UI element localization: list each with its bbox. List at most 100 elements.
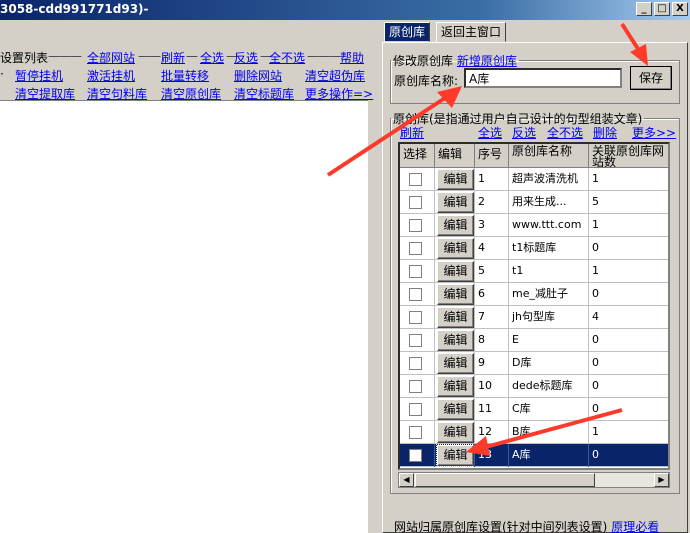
grid-header: 选择 编辑 序号 原创库名称 关联原创库网站数 — [400, 144, 668, 168]
header-site-count[interactable]: 关联原创库网站数 — [589, 144, 668, 168]
edit-row-button[interactable]: 编辑 — [437, 261, 474, 282]
edit-row-button[interactable]: 编辑 — [437, 284, 474, 305]
select-none-link[interactable]: 全不选 — [269, 49, 305, 66]
activate-hosting-link[interactable]: 激活挂机 — [87, 67, 135, 84]
row-checkbox[interactable] — [409, 403, 422, 416]
row-checkbox[interactable] — [409, 449, 422, 462]
table-row[interactable]: 编辑 12 B库 1 — [400, 421, 670, 444]
tab-original-library[interactable]: 原创库 — [384, 22, 431, 42]
delete-sites-link[interactable]: 删除网站 — [234, 67, 282, 84]
separator: ——— — [48, 49, 82, 63]
row-checkbox[interactable] — [409, 173, 422, 186]
library-name-input[interactable] — [464, 68, 622, 88]
table-row[interactable]: 编辑 6 me_减肚子 0 — [400, 283, 668, 306]
scroll-left-icon[interactable]: ◀ — [399, 473, 414, 487]
site-count-cell: 1 — [589, 421, 668, 444]
library-more-link[interactable]: 更多>> — [632, 124, 676, 141]
row-checkbox[interactable] — [409, 219, 422, 232]
edit-row-button[interactable]: 编辑 — [437, 399, 474, 420]
edit-cell: 编辑 — [435, 398, 475, 421]
refresh-link[interactable]: 刷新 — [161, 49, 185, 66]
index-cell: 13 — [475, 444, 509, 467]
row-checkbox[interactable] — [409, 265, 422, 278]
edit-row-button[interactable]: 编辑 — [437, 376, 474, 397]
row-checkbox[interactable] — [409, 288, 422, 301]
header-index[interactable]: 序号 — [475, 144, 509, 168]
edit-row-button[interactable]: 编辑 — [437, 330, 474, 351]
header-library-name[interactable]: 原创库名称 — [509, 144, 589, 168]
header-select[interactable]: 选择 — [400, 144, 435, 168]
horizontal-scrollbar[interactable]: ◀ ▶ — [398, 472, 670, 488]
row-checkbox[interactable] — [409, 311, 422, 324]
select-all-link[interactable]: 全选 — [200, 49, 224, 66]
table-row[interactable]: 编辑 9 D库 0 — [400, 352, 670, 375]
select-cell — [400, 375, 435, 398]
edit-row-button[interactable]: 编辑 — [437, 422, 474, 443]
library-select-none-link[interactable]: 全不选 — [547, 124, 583, 141]
table-row[interactable]: 编辑 5 t1 1 — [400, 260, 668, 283]
edit-cell: 编辑 — [435, 260, 475, 283]
table-row[interactable]: 编辑 1 超声波清洗机 1 — [400, 168, 668, 191]
window-controls: _ □ X — [636, 2, 688, 16]
table-row[interactable]: 编辑 7 jh句型库 4 — [400, 306, 668, 329]
table-row[interactable]: 编辑 10 dede标题库 0 — [400, 375, 668, 398]
edit-cell: 编辑 — [435, 191, 475, 214]
row-checkbox[interactable] — [409, 334, 422, 347]
edit-row-button[interactable]: 编辑 — [437, 169, 474, 190]
edit-cell: 编辑 — [435, 329, 475, 352]
window-title: 3058-cdd991771d93)- — [0, 2, 149, 16]
batch-transfer-link[interactable]: 批量转移 — [161, 67, 209, 84]
row-checkbox[interactable] — [409, 196, 422, 209]
edit-cell: 编辑 — [435, 214, 475, 237]
edit-row-button[interactable]: 编辑 — [437, 192, 474, 213]
edit-row-button[interactable]: 编辑 — [437, 215, 474, 236]
minimize-button[interactable]: _ — [636, 2, 652, 16]
help-link[interactable]: 帮助 — [340, 49, 364, 66]
tab-back-main-window[interactable]: 返回主窗口 — [436, 22, 507, 42]
site-count-cell: 0 — [589, 398, 668, 421]
row-checkbox[interactable] — [409, 380, 422, 393]
scroll-right-icon[interactable]: ▶ — [654, 473, 669, 487]
clear-pseudo-library-link[interactable]: 清空超伪库 — [305, 67, 365, 84]
site-count-cell: 1 — [589, 260, 668, 283]
table-row[interactable]: 编辑 13 A库 0 — [400, 444, 668, 467]
extra-cell — [669, 421, 670, 444]
table-row[interactable]: 编辑 4 t1标题库 0 — [400, 237, 670, 260]
extra-cell — [669, 352, 670, 375]
scroll-thumb[interactable] — [415, 473, 595, 487]
edit-row-button[interactable]: 编辑 — [437, 307, 474, 328]
index-cell: 7 — [475, 306, 509, 329]
table-row[interactable]: 编辑 3 www.ttt.com 1 — [400, 214, 668, 237]
new-library-link[interactable]: 新增原创库 — [457, 54, 517, 68]
index-cell: 4 — [475, 237, 509, 260]
edit-row-button[interactable]: 编辑 — [437, 353, 474, 374]
row-checkbox[interactable] — [409, 426, 422, 439]
library-invert-link[interactable]: 反选 — [512, 124, 536, 141]
invert-select-link[interactable]: 反选 — [234, 49, 258, 66]
header-edit[interactable]: 编辑 — [435, 144, 475, 168]
library-select-all-link[interactable]: 全选 — [478, 124, 502, 141]
pause-hosting-link[interactable]: 暂停挂机 — [15, 67, 63, 84]
close-button[interactable]: X — [672, 2, 688, 16]
table-row[interactable]: 编辑 2 用来生成... 5 — [400, 191, 668, 214]
maximize-button[interactable]: □ — [654, 2, 670, 16]
site-list-area[interactable] — [0, 100, 368, 533]
table-row[interactable]: 编辑 11 C库 0 — [400, 398, 668, 421]
select-cell — [400, 260, 435, 283]
principle-must-read-link[interactable]: 原理必看 — [611, 520, 659, 533]
edit-row-button[interactable]: 编辑 — [437, 238, 474, 259]
extra-cell — [669, 237, 670, 260]
library-grid[interactable]: 选择 编辑 序号 原创库名称 关联原创库网站数 编辑 1 超声波清洗机 1 编辑 2 用来生… — [398, 142, 670, 470]
library-delete-link[interactable]: 删除 — [593, 124, 617, 141]
row-checkbox[interactable] — [409, 242, 422, 255]
all-sites-link[interactable]: 全部网站 — [87, 49, 135, 66]
site-list-panel: 设置列表 ——— 全部网站 —— 刷新 — 全选 — 反选 — 全不选 ——— … — [0, 20, 373, 533]
modify-library-title: 修改原创库 — [393, 54, 454, 68]
edit-row-button[interactable]: 编辑 — [436, 444, 474, 467]
library-name-label: 原创库名称: — [394, 74, 459, 88]
table-row[interactable]: 编辑 8 E 0 — [400, 329, 668, 352]
toolbar-row-1: 设置列表 ——— 全部网站 —— 刷新 — 全选 — 反选 — 全不选 ——— … — [0, 49, 370, 66]
library-refresh-link[interactable]: 刷新 — [400, 124, 424, 141]
row-checkbox[interactable] — [409, 357, 422, 370]
save-button[interactable]: 保存 — [630, 66, 672, 90]
